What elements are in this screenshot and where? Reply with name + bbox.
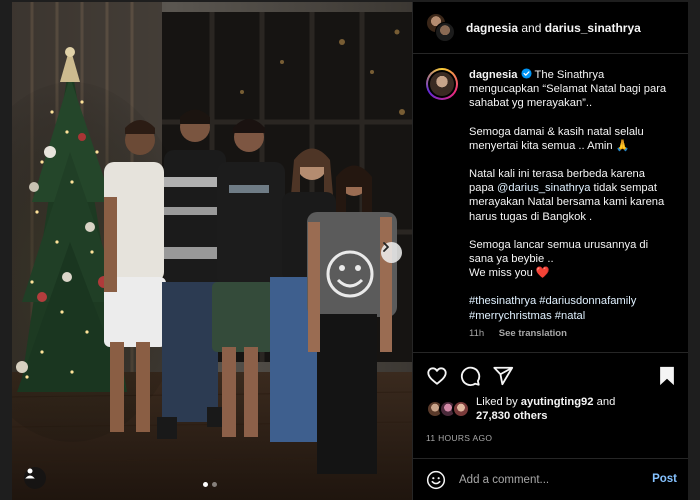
post-comment-button[interactable]: Post — [652, 473, 677, 485]
family-christmas-photo — [12, 2, 412, 500]
likes-and: and — [596, 396, 616, 408]
collab-avatars[interactable] — [426, 12, 456, 43]
user-tag-icon — [25, 468, 35, 479]
comment-bar: Post — [413, 458, 688, 500]
caption-body: dagnesia The Sinathrya mengucapkan “Sela… — [469, 68, 669, 352]
post-header: dagnesia and darius_sinathrya — [413, 2, 688, 54]
caption-paragraph-4: Semoga lancar semua urusannya di sana ya… — [469, 238, 649, 266]
liker-avatar-3 — [452, 400, 470, 418]
post-caption: dagnesia The Sinathrya mengucapkan “Sela… — [413, 55, 688, 352]
post-timestamp[interactable]: 11 HOURS AGO — [426, 433, 492, 443]
caption-avatar[interactable] — [426, 68, 458, 100]
caption-paragraph-2: Semoga damai & kasih natal selalu menyer… — [469, 125, 644, 152]
liker-avatars[interactable] — [426, 400, 472, 418]
avatar-darius — [435, 21, 455, 42]
liker-username-link[interactable]: ayutingting92 — [521, 396, 594, 408]
heart-icon[interactable] — [426, 365, 448, 387]
comment-icon[interactable] — [459, 365, 481, 387]
bookmark-icon[interactable] — [657, 365, 677, 387]
post-side-panel: dagnesia and darius_sinathrya dagnesia T… — [412, 2, 688, 500]
carousel-dot-active — [203, 482, 208, 487]
author-link-darius[interactable]: darius_sinathrya — [545, 21, 641, 35]
likes-summary: Liked by ayutingting92 and 27,830 others — [426, 395, 615, 423]
post-actions — [413, 352, 688, 398]
post-photo[interactable] — [12, 2, 412, 500]
comment-input[interactable] — [459, 473, 639, 486]
likes-text: Liked by ayutingting92 and 27,830 others — [476, 395, 615, 423]
verified-icon — [521, 68, 532, 79]
carousel-dot — [212, 482, 217, 487]
next-slide-button[interactable] — [381, 242, 402, 263]
likes-others-link[interactable]: 27,830 others — [476, 410, 548, 422]
window-frame: dagnesia and darius_sinathrya dagnesia T… — [0, 0, 700, 500]
caption-meta: 11h See translation — [469, 327, 669, 341]
carousel-indicator — [203, 482, 217, 487]
caption-paragraph-5: We miss you ❤️ — [469, 267, 550, 280]
caption-username[interactable]: dagnesia — [469, 69, 518, 81]
caption-time[interactable]: 11h — [469, 328, 484, 339]
caption-paragraph-3: Natal kali ini terasa berbeda karena pap… — [469, 167, 669, 224]
caption-hashtags[interactable]: #thesinathrya #dariusdonnafamily #merryc… — [469, 294, 669, 322]
post-authors: dagnesia and darius_sinathrya — [466, 21, 641, 35]
emoji-icon[interactable] — [426, 470, 446, 490]
authors-and-text: and — [521, 20, 542, 35]
mention-darius[interactable]: @darius_sinathrya — [497, 182, 590, 194]
likes-prefix: Liked by — [476, 396, 518, 408]
see-translation-link[interactable]: See translation — [499, 328, 567, 339]
tagged-users-button[interactable] — [24, 467, 46, 489]
next-arrow-icon — [383, 242, 389, 252]
author-link-dagnesia[interactable]: dagnesia — [466, 21, 518, 35]
share-icon[interactable] — [492, 365, 514, 387]
post-modal: dagnesia and darius_sinathrya dagnesia T… — [12, 2, 688, 500]
